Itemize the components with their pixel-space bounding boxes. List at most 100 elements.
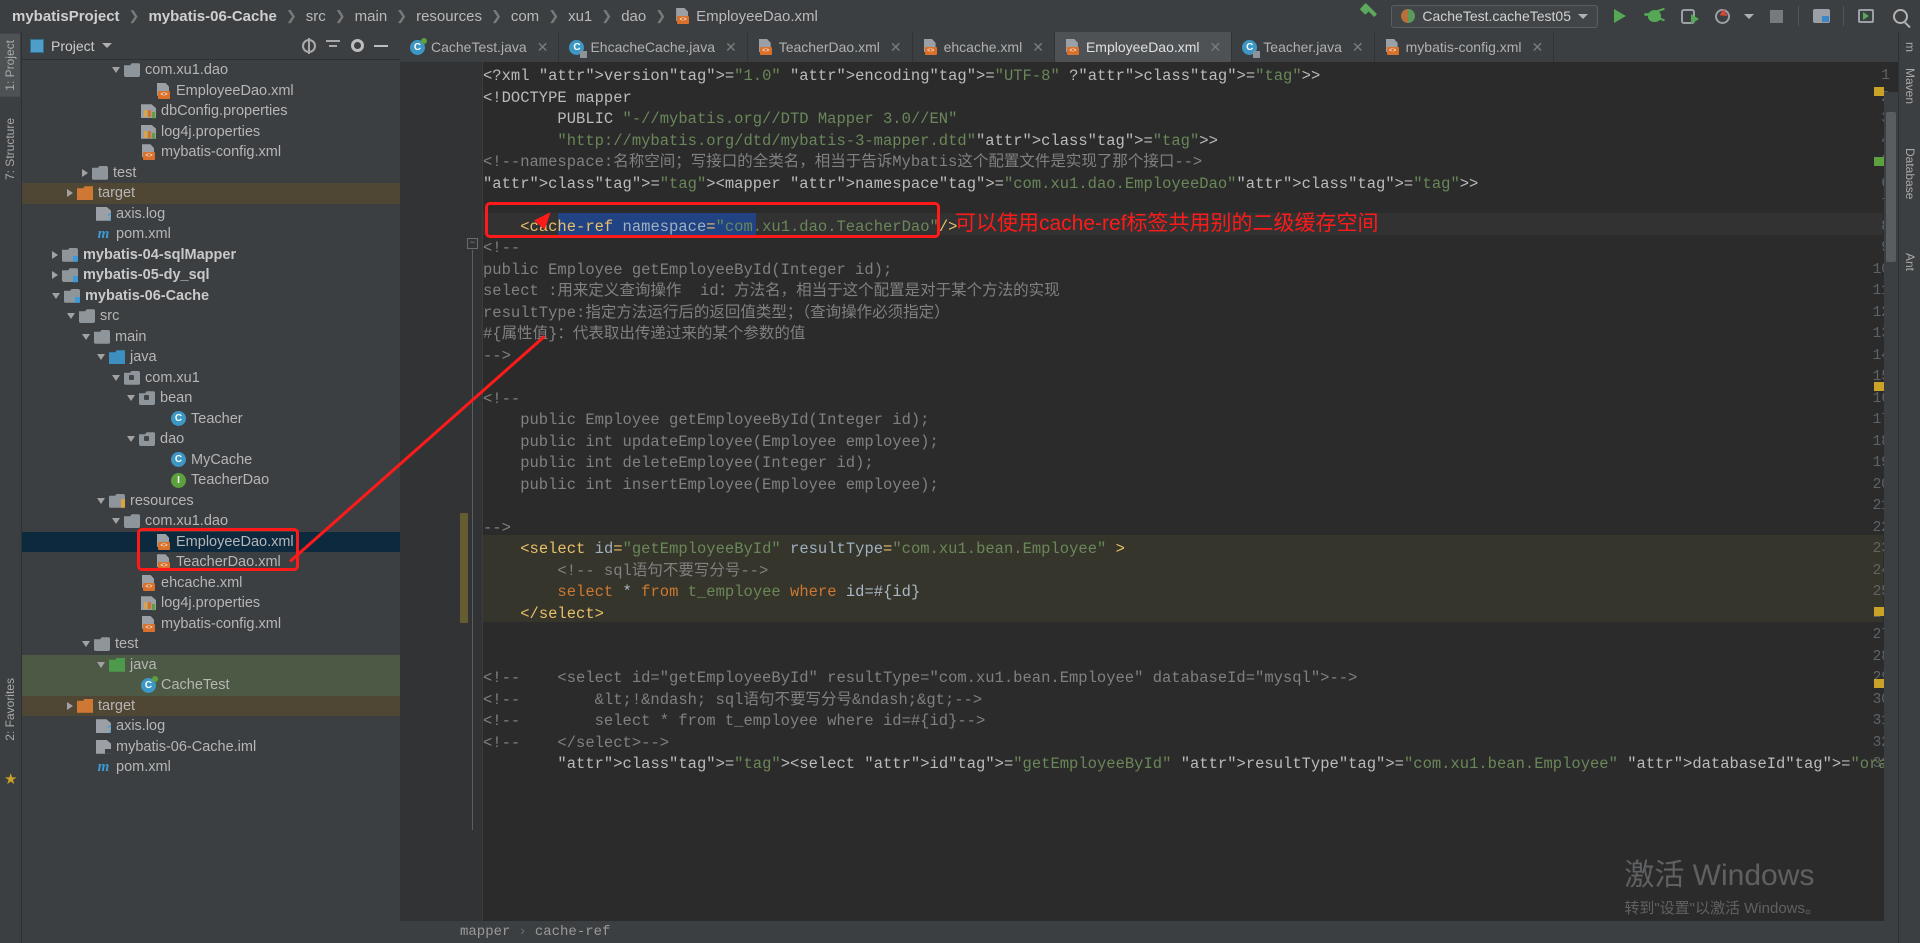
fold-gutter[interactable]	[465, 62, 483, 943]
tree-node-com-xu1[interactable]: com.xu1	[22, 368, 400, 389]
chevron-down-icon[interactable]	[127, 436, 135, 443]
code-line-4[interactable]: "http://mybatis.org/dtd/mybatis-3-mapper…	[483, 131, 1217, 153]
chevron-right-icon[interactable]	[67, 701, 73, 710]
tree-node-target[interactable]: target	[22, 183, 400, 204]
tree-node-com-xu1-dao[interactable]: com.xu1.dao	[22, 60, 400, 81]
close-icon[interactable]: ✕	[725, 39, 737, 56]
editor-tab-cachetest-java[interactable]: C CacheTest.java ✕	[400, 32, 560, 62]
run-with-coverage-button[interactable]	[1676, 4, 1700, 28]
code-line-25[interactable]: select * from t_employee where id=#{id}	[483, 582, 920, 604]
locate-icon[interactable]	[298, 35, 320, 57]
chevron-down-icon[interactable]	[52, 292, 60, 299]
tree-node-cachetest[interactable]: C CacheTest	[22, 675, 400, 696]
structure-crumb-mapper[interactable]: mapper	[460, 924, 510, 940]
tree-node-mybatis-config-xml[interactable]: <> mybatis-config.xml	[22, 142, 400, 163]
tree-node-mybatis-05-dy-sql[interactable]: mybatis-05-dy_sql	[22, 265, 400, 286]
editor-tab-ehcachecache-java[interactable]: C EhcacheCache.java ✕	[559, 32, 748, 62]
code-line-5[interactable]: <!--namespace:名称空间；写接口的全类名，相当于告诉Mybatis这…	[483, 152, 1202, 174]
chevron-right-icon[interactable]	[82, 168, 88, 177]
editor-scrollbar-thumb[interactable]	[1886, 112, 1896, 262]
sidebar-item-ant[interactable]: Ant	[1900, 247, 1920, 277]
sidebar-item-structure[interactable]: 7: Structure	[0, 112, 20, 186]
chevron-right-icon[interactable]	[52, 271, 58, 280]
tree-node-pom-xml[interactable]: m pom.xml	[22, 757, 400, 778]
code-line-11[interactable]: select :用来定义查询操作 id：方法名，相当于这个配置是对于某个方法的实…	[483, 281, 1060, 303]
tree-node-mybatis-06-cache-iml[interactable]: mybatis-06-Cache.iml	[22, 737, 400, 758]
code-line-31[interactable]: <!-- select * from t_employee where id=#…	[483, 711, 985, 733]
code-line-30[interactable]: <!-- &lt;!&ndash; sql语句不要写分号&ndash;&gt;-…	[483, 690, 982, 712]
code-line-1[interactable]: <?xml "attr">version"tag">="1.0" "attr">…	[483, 66, 1320, 88]
sidebar-item-maven[interactable]: Maven	[1900, 62, 1920, 110]
error-stripe-mark[interactable]	[1874, 607, 1884, 616]
close-icon[interactable]: ✕	[890, 39, 902, 56]
code-line-14[interactable]: -->	[483, 346, 511, 368]
code-line-23[interactable]: <select id="getEmployeeById" resultType=…	[483, 539, 1125, 561]
chevron-down-icon[interactable]	[97, 354, 105, 361]
sidebar-item-project[interactable]: 1: Project	[0, 34, 20, 97]
close-icon[interactable]: ✕	[1210, 39, 1222, 56]
chevron-down-icon[interactable]	[112, 518, 120, 525]
tree-node-mycache[interactable]: C MyCache	[22, 450, 400, 471]
code-line-33[interactable]: "attr">class"tag">="tag"><select "attr">…	[483, 754, 1898, 776]
code-line-16[interactable]: <!--	[483, 389, 520, 411]
project-structure-button[interactable]	[1809, 4, 1833, 28]
chevron-down-icon[interactable]	[97, 497, 105, 504]
tree-node-axis-log[interactable]: axis.log	[22, 204, 400, 225]
tree-node-employeedao-xml[interactable]: <> EmployeeDao.xml	[22, 81, 400, 102]
terminal-button[interactable]	[1854, 4, 1878, 28]
tree-node-test[interactable]: test	[22, 163, 400, 184]
close-icon[interactable]: ✕	[1352, 39, 1364, 56]
code-line-19[interactable]: public int deleteEmployee(Integer id);	[483, 453, 873, 475]
editor-scrollbar-track[interactable]	[1884, 92, 1898, 943]
breadcrumb-item-main[interactable]: main	[355, 8, 388, 25]
code-line-9[interactable]: <!--	[483, 238, 520, 260]
chevron-down-icon[interactable]	[67, 313, 75, 320]
chevron-right-icon[interactable]	[52, 250, 58, 259]
tree-node-bean[interactable]: bean	[22, 388, 400, 409]
tree-node-resources[interactable]: resources	[22, 491, 400, 512]
profile-button[interactable]	[1710, 4, 1734, 28]
code-editor[interactable]: − 12345678910111213141516171819202122232…	[400, 62, 1898, 943]
tree-node-log4j-properties[interactable]: log4j.properties	[22, 593, 400, 614]
error-stripe-mark[interactable]	[1874, 87, 1884, 96]
chevron-right-icon[interactable]	[67, 189, 73, 198]
editor-tab-ehcache-xml[interactable]: <> ehcache.xml ✕	[913, 32, 1055, 62]
tree-node-test[interactable]: test	[22, 634, 400, 655]
code-line-22[interactable]: -->	[483, 518, 511, 540]
chevron-down-icon[interactable]	[97, 661, 105, 668]
tree-node-teacherdao-xml[interactable]: <> TeacherDao.xml	[22, 552, 400, 573]
debug-button[interactable]	[1642, 4, 1666, 28]
build-hammer-icon[interactable]	[1359, 5, 1381, 27]
close-icon[interactable]: ✕	[537, 39, 549, 56]
editor-tab-bar[interactable]: C CacheTest.java ✕ C EhcacheCache.java ✕ <> Tea…	[400, 32, 1898, 62]
code-line-6[interactable]: "attr">class"tag">="tag"><mapper "attr">…	[483, 174, 1478, 196]
tree-node-log4j-properties[interactable]: log4j.properties	[22, 122, 400, 143]
stop-button[interactable]	[1764, 4, 1788, 28]
tree-node-employeedao-xml[interactable]: <> EmployeeDao.xml	[22, 531, 400, 552]
hide-panel-icon[interactable]	[370, 35, 392, 57]
code-line-29[interactable]: <!-- <select id="getEmployeeById" result…	[483, 668, 1357, 690]
fold-marker-6[interactable]: −	[467, 238, 479, 250]
code-line-13[interactable]: #{属性值}：代表取出传递过来的某个参数的值	[483, 324, 805, 346]
tree-node-main[interactable]: main	[22, 327, 400, 348]
error-stripe-mark[interactable]	[1874, 679, 1884, 688]
close-icon[interactable]: ✕	[1032, 39, 1044, 56]
tree-node-teacherdao[interactable]: I TeacherDao	[22, 470, 400, 491]
code-line-18[interactable]: public int updateEmployee(Employee emplo…	[483, 432, 939, 454]
chevron-down-icon[interactable]	[112, 374, 120, 381]
code-line-10[interactable]: public Employee getEmployeeById(Integer …	[483, 260, 892, 282]
breadcrumb-item-dao[interactable]: dao	[621, 8, 646, 25]
code-line-17[interactable]: public Employee getEmployeeById(Integer …	[483, 410, 929, 432]
breadcrumb-item-module[interactable]: mybatis-06-Cache	[148, 8, 276, 25]
error-stripe-mark[interactable]	[1874, 157, 1884, 166]
editor-tab-teacher-java[interactable]: C Teacher.java ✕	[1232, 32, 1375, 62]
editor-tab-employeedao-xml[interactable]: <> EmployeeDao.xml ✕	[1054, 32, 1233, 62]
editor-tab-mybatis-config-xml[interactable]: <> mybatis-config.xml ✕	[1375, 32, 1555, 62]
chevron-down-icon[interactable]	[112, 67, 120, 74]
tree-node-teacher[interactable]: C Teacher	[22, 409, 400, 430]
tree-node-dao[interactable]: dao	[22, 429, 400, 450]
project-view-chevron-down-icon[interactable]	[101, 43, 112, 48]
tree-node-mybatis-04-sqlmapper[interactable]: mybatis-04-sqlMapper	[22, 245, 400, 266]
tree-node-target[interactable]: target	[22, 695, 400, 716]
tree-node-ehcache-xml[interactable]: <> ehcache.xml	[22, 573, 400, 594]
